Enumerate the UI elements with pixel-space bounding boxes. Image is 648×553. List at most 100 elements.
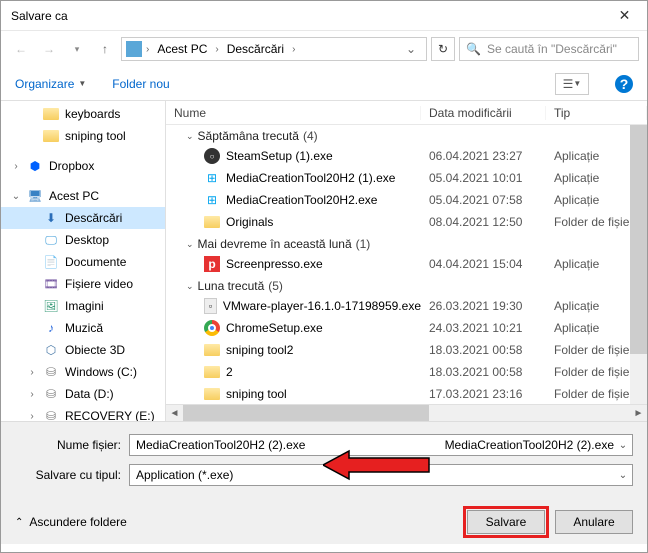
file-row[interactable]: ⊞MediaCreationTool20H2.exe05.04.2021 07:…: [166, 189, 647, 211]
sidebar-item-data-d-[interactable]: ›⛁Data (D:): [1, 383, 165, 405]
forward-button[interactable]: →: [37, 37, 61, 61]
sidebar-item-label: Fișiere video: [65, 277, 133, 291]
sidebar-item-documente[interactable]: 📄Documente: [1, 251, 165, 273]
file-row[interactable]: ChromeSetup.exe24.03.2021 10:21Aplicație: [166, 317, 647, 339]
back-button[interactable]: ←: [9, 37, 33, 61]
file-row[interactable]: sniping tool218.03.2021 00:58Folder de f…: [166, 339, 647, 361]
file-date: 04.04.2021 15:04: [421, 257, 546, 271]
group-count: (5): [268, 279, 283, 293]
group-header[interactable]: ⌄ Mai devreme în această lună (1): [166, 233, 647, 253]
file-row[interactable]: pScreenpresso.exe04.04.2021 15:04Aplicaț…: [166, 253, 647, 275]
disk-icon: ⛁: [43, 364, 59, 380]
sidebar-item-recovery-e-[interactable]: ›⛁RECOVERY (E:): [1, 405, 165, 421]
vertical-scrollbar[interactable]: [630, 125, 647, 404]
file-name: Originals: [226, 215, 273, 229]
search-input[interactable]: 🔍 Se caută în "Descărcări": [459, 37, 639, 61]
sidebar[interactable]: keyboards sniping tool ›⬢Dropbox ⌄🖥Acest PC…: [1, 101, 166, 421]
breadcrumb[interactable]: › Acest PC › Descărcări › ⌄: [121, 37, 427, 61]
file-row[interactable]: ○SteamSetup (1).exe06.04.2021 23:27Aplic…: [166, 145, 647, 167]
file-name: VMware-player-16.1.0-17198959.exe: [223, 299, 421, 313]
file-name: 2: [226, 365, 233, 379]
file-date: 26.03.2021 19:30: [421, 299, 546, 313]
header-name[interactable]: Nume: [166, 106, 421, 120]
filetype-label: Salvare cu tipul:: [15, 468, 121, 482]
sidebar-item-keyboards[interactable]: keyboards: [1, 103, 165, 125]
img-icon: 🖼: [43, 298, 59, 314]
group-title: Săptămâna trecută: [198, 129, 299, 143]
vid-icon: 🎞: [43, 276, 59, 292]
group-count: (4): [303, 129, 318, 143]
chevron-icon: ›: [11, 161, 21, 172]
file-row[interactable]: ⊞MediaCreationTool20H2 (1).exe05.04.2021…: [166, 167, 647, 189]
file-name: SteamSetup (1).exe: [226, 149, 333, 163]
file-date: 18.03.2021 00:58: [421, 343, 546, 357]
new-folder-button[interactable]: Folder nou: [112, 77, 169, 91]
file-date: 18.03.2021 00:58: [421, 365, 546, 379]
chevron-down-icon: ⌄: [186, 281, 194, 292]
sidebar-item-desc-rc-ri[interactable]: ⬇Descărcări: [1, 207, 165, 229]
header-type[interactable]: Tip: [546, 106, 647, 120]
view-options-button[interactable]: ☰ ▼: [555, 73, 589, 95]
sidebar-item-label: Obiecte 3D: [65, 343, 125, 357]
group-header[interactable]: ⌄ Luna trecută (5): [166, 275, 647, 295]
refresh-button[interactable]: ↻: [431, 37, 455, 61]
sidebar-item-label: Data (D:): [65, 387, 114, 401]
save-button[interactable]: Salvare: [467, 510, 545, 534]
file-row[interactable]: sniping tool17.03.2021 23:16Folder de fi…: [166, 383, 647, 404]
obj-icon: ⬡: [43, 342, 59, 358]
sidebar-item-label: keyboards: [65, 107, 120, 121]
breadcrumb-part[interactable]: Acest PC: [153, 42, 211, 56]
filename-field[interactable]: [130, 435, 445, 455]
cancel-button[interactable]: Anulare: [555, 510, 633, 534]
pc-icon: [126, 41, 142, 57]
sidebar-item-windows-c-[interactable]: ›⛁Windows (C:): [1, 361, 165, 383]
down-icon: ⬇: [43, 210, 59, 226]
sidebar-item-label: Muzică: [65, 321, 103, 335]
filetype-dropdown[interactable]: ⌄: [614, 470, 632, 481]
disk-icon: ⛁: [43, 386, 59, 402]
sidebar-item-desktop[interactable]: 🖵 Desktop: [1, 229, 165, 251]
file-list[interactable]: ⌄ Săptămâna trecută (4)○SteamSetup (1).e…: [166, 125, 647, 404]
file-row[interactable]: ▫VMware-player-16.1.0-17198959.exe26.03.…: [166, 295, 647, 317]
sidebar-item-acest-pc[interactable]: ⌄🖥Acest PC: [1, 185, 165, 207]
sidebar-item-fi-iere-video[interactable]: 🎞 Fișiere video: [1, 273, 165, 295]
file-row[interactable]: 218.03.2021 00:58Folder de fișiere: [166, 361, 647, 383]
breadcrumb-part[interactable]: Descărcări: [223, 42, 288, 56]
filename-label: Nume fișier:: [15, 438, 121, 452]
filetype-select[interactable]: Application (*.exe) ⌄: [129, 464, 633, 486]
sidebar-item-muzic-[interactable]: ♪Muzică: [1, 317, 165, 339]
horizontal-scrollbar[interactable]: ◄►: [166, 404, 647, 421]
sidebar-item-imagini[interactable]: 🖼Imagini: [1, 295, 165, 317]
file-name: MediaCreationTool20H2.exe: [226, 193, 377, 207]
organize-menu[interactable]: Organizare▼: [15, 77, 86, 91]
sidebar-item-label: Documente: [65, 255, 126, 269]
group-title: Luna trecută: [198, 279, 265, 293]
sidebar-item-label: Dropbox: [49, 159, 94, 173]
sidebar-item-label: RECOVERY (E:): [65, 409, 155, 421]
desk-icon: 🖵: [43, 232, 59, 248]
chevron-right-icon: ›: [292, 44, 295, 55]
pc-icon: 🖥: [27, 188, 43, 204]
window-title: Salvare ca: [11, 9, 602, 23]
filename-input[interactable]: MediaCreationTool20H2 (2).exe ⌄: [129, 434, 633, 456]
chevron-right-icon: ›: [146, 44, 149, 55]
group-header[interactable]: ⌄ Săptămâna trecută (4): [166, 125, 647, 145]
hide-folders-toggle[interactable]: ⌃ Ascundere foldere: [15, 515, 127, 529]
file-date: 24.03.2021 10:21: [421, 321, 546, 335]
sidebar-item-dropbox[interactable]: ›⬢Dropbox: [1, 155, 165, 177]
help-button[interactable]: ?: [615, 75, 633, 93]
file-name: ChromeSetup.exe: [226, 321, 323, 335]
column-headers[interactable]: Nume Data modificării Tip: [166, 101, 647, 125]
group-title: Mai devreme în această lună: [198, 237, 352, 251]
recent-dropdown[interactable]: ▾: [65, 37, 89, 61]
up-button[interactable]: ↑: [93, 37, 117, 61]
folder-icon: [43, 128, 59, 144]
breadcrumb-dropdown[interactable]: ⌄: [400, 42, 422, 56]
sidebar-item-label: Desktop: [65, 233, 109, 247]
close-button[interactable]: ✕: [602, 1, 647, 30]
file-row[interactable]: Originals08.04.2021 12:50Folder de fișie…: [166, 211, 647, 233]
header-date[interactable]: Data modificării: [421, 106, 546, 120]
sidebar-item-sniping-tool[interactable]: sniping tool: [1, 125, 165, 147]
sidebar-item-obiecte-3d[interactable]: ⬡ Obiecte 3D: [1, 339, 165, 361]
filename-dropdown[interactable]: ⌄: [614, 440, 632, 451]
